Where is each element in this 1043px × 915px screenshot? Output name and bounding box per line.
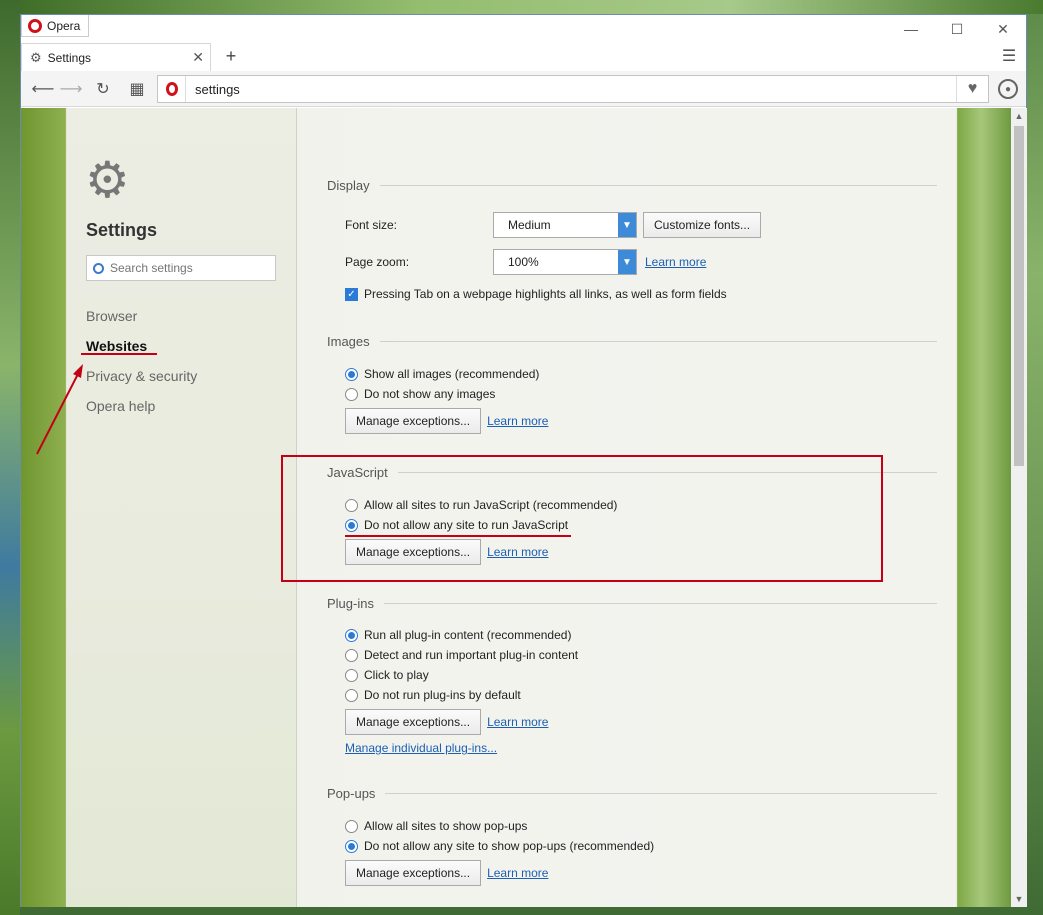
manage-exceptions-button[interactable]: Manage exceptions... [345,860,482,886]
manage-exceptions-button[interactable]: Manage exceptions... [345,709,482,735]
radio-option[interactable]: Do not show any images [345,387,495,401]
radio-option[interactable]: Run all plug-in content (recommended) [345,628,571,642]
settings-gear-icon: ⚙ [85,152,130,208]
heart-icon[interactable]: ♥ [956,76,988,102]
address-bar[interactable]: settings ♥ [157,75,989,103]
desktop-background-top [0,0,1043,14]
tab-title: Settings [47,50,92,65]
radio-button[interactable] [345,839,358,853]
tab-highlight-label: Pressing Tab on a webpage highlights all… [364,287,727,301]
javascript-annotation-box [281,455,883,582]
learn-more-link[interactable]: Learn more [645,255,706,269]
learn-more-link[interactable]: Learn more [487,866,548,880]
page-zoom-label: Page zoom: [345,255,410,269]
manage-plugins-row: Manage individual plug-ins... [345,741,497,755]
tab-bar: ⚙ Settings ✕ + ☰ [21,43,1026,71]
section-title: Display [327,177,370,193]
radio-option[interactable]: Detect and run important plug-in content [345,648,578,662]
chevron-down-icon: ▼ [618,250,636,274]
images-actions: Manage exceptions... Learn more [345,408,548,434]
vertical-scrollbar[interactable]: ▲ ▼ [1011,108,1027,907]
forward-button[interactable]: ⟶ [59,77,83,101]
font-size-select[interactable]: Medium ▼ [493,212,637,238]
opera-menu-button[interactable]: Opera [21,15,90,37]
back-button[interactable]: ⟵ [31,77,55,101]
opera-page-icon [158,76,186,102]
sidebar-item-help[interactable]: Opera help [86,391,197,421]
radio-option[interactable]: Allow all sites to show pop-ups [345,819,527,833]
tab-close-icon[interactable]: ✕ [192,49,204,66]
sidebar-item-privacy[interactable]: Privacy & security [86,361,197,391]
minimize-button[interactable]: — [888,15,934,43]
new-tab-button[interactable]: + [221,46,241,66]
tab-menu-icon[interactable]: ☰ [1000,47,1018,65]
scroll-up-icon[interactable]: ▲ [1011,108,1027,124]
tab-highlight-row: ✓ Pressing Tab on a webpage highlights a… [345,287,727,301]
section-title: Pop-ups [327,785,376,801]
navigation-toolbar: ⟵ ⟶ ↻ ▦ settings ♥ ● [21,71,1026,107]
radio-option[interactable]: Do not run plug-ins by default [345,688,521,702]
settings-sidebar: ⚙ Settings Browser Websites Privacy & se… [67,108,297,907]
websites-annotation-underline [81,353,157,355]
learn-more-link[interactable]: Learn more [487,414,548,428]
radio-button[interactable] [345,668,358,682]
popups-actions: Manage exceptions... Learn more [345,860,548,886]
maximize-button[interactable]: ☐ [934,15,980,43]
section-title: Images [327,333,370,349]
search-icon [93,262,104,274]
scrollbar-thumb[interactable] [1014,126,1024,466]
search-settings-field[interactable] [86,255,276,281]
radio-button[interactable] [345,688,358,702]
radio-button[interactable] [345,387,358,401]
radio-button[interactable] [345,819,358,833]
title-bar: Opera — ☐ ✕ [21,15,1026,43]
radio-button[interactable] [345,628,358,642]
page-zoom-row: Page zoom: 100% ▼ Learn more [345,249,706,275]
plugins-actions: Manage exceptions... Learn more [345,709,548,735]
profile-icon[interactable]: ● [998,79,1018,99]
annotation-arrow [36,364,83,455]
radio-option[interactable]: Show all images (recommended) [345,367,539,381]
app-label: Opera [47,18,81,33]
window-controls: — ☐ ✕ [888,15,1026,43]
manage-exceptions-button[interactable]: Manage exceptions... [345,408,482,434]
radio-option[interactable]: Click to play [345,668,429,682]
javascript-annotation-underline [345,535,571,537]
close-window-button[interactable]: ✕ [980,15,1026,43]
radio-button[interactable] [345,367,358,381]
opera-logo-icon [28,18,42,33]
learn-more-link[interactable]: Learn more [487,715,548,729]
page-zoom-select[interactable]: 100% ▼ [493,249,637,275]
speed-dial-grid-icon[interactable]: ▦ [125,77,149,101]
sidebar-item-websites[interactable]: Websites [86,331,197,361]
font-size-row: Font size: Medium ▼ Customize fonts... [345,212,762,238]
chevron-down-icon: ▼ [618,213,636,237]
page-title: Settings [86,220,158,240]
scroll-down-icon[interactable]: ▼ [1011,891,1027,907]
settings-page: ⚙ Settings Browser Websites Privacy & se… [21,108,1011,907]
tab-highlight-checkbox[interactable]: ✓ [345,287,358,301]
radio-option[interactable]: Do not allow any site to show pop-ups (r… [345,839,654,853]
gear-icon: ⚙ [30,49,42,65]
popups-section: Pop-ups [327,784,937,802]
browser-window: Opera — ☐ ✕ ⚙ Settings ✕ + ☰ ⟵ ⟶ ↻ ▦ set… [20,14,1027,907]
desktop-background-left [0,0,20,915]
tab-settings[interactable]: ⚙ Settings ✕ [21,43,211,71]
reload-button[interactable]: ↻ [91,77,115,101]
customize-fonts-button[interactable]: Customize fonts... [643,212,762,238]
plugins-section: Plug-ins [327,594,937,612]
font-size-label: Font size: [345,218,398,232]
search-input[interactable] [110,261,270,275]
display-section: Display [327,176,937,194]
manage-individual-plugins-link[interactable]: Manage individual plug-ins... [345,741,497,755]
radio-button[interactable] [345,648,358,662]
images-section: Images [327,332,937,350]
address-text: settings [195,81,240,97]
sidebar-nav: Browser Websites Privacy & security Oper… [86,301,197,421]
section-title: Plug-ins [327,595,374,611]
sidebar-item-browser[interactable]: Browser [86,301,197,331]
